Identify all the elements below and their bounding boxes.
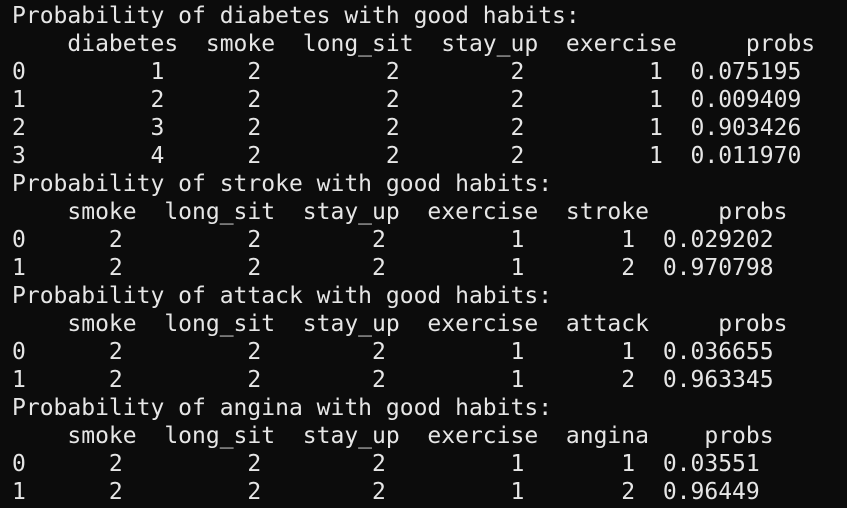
terminal-output[interactable]: Probability of diabetes with good habits… (0, 0, 847, 508)
angina-table-header: smoke long_sit stay_up exercise angina p… (12, 423, 774, 449)
angina-section-title: Probability of angina with good habits: (12, 395, 553, 421)
diabetes-table-row-2: 2 3 2 2 2 1 0.903426 (12, 115, 802, 141)
stroke-table-row-1: 1 2 2 2 1 2 0.970798 (12, 255, 774, 281)
angina-table-row-1: 1 2 2 2 1 2 0.96449 (12, 479, 760, 505)
attack-table-header: smoke long_sit stay_up exercise attack p… (12, 311, 788, 337)
diabetes-table-row-3: 3 4 2 2 2 1 0.011970 (12, 143, 802, 169)
diabetes-section-title: Probability of diabetes with good habits… (12, 3, 580, 29)
diabetes-table-row-0: 0 1 2 2 2 1 0.075195 (12, 59, 802, 85)
diabetes-table-header: diabetes smoke long_sit stay_up exercise… (12, 31, 816, 57)
diabetes-table-row-1: 1 2 2 2 2 1 0.009409 (12, 87, 802, 113)
stroke-table-row-0: 0 2 2 2 1 1 0.029202 (12, 227, 774, 253)
stroke-section-title: Probability of stroke with good habits: (12, 171, 553, 197)
stroke-table-header: smoke long_sit stay_up exercise stroke p… (12, 199, 788, 225)
attack-table-row-1: 1 2 2 2 1 2 0.963345 (12, 367, 774, 393)
attack-table-row-0: 0 2 2 2 1 1 0.036655 (12, 339, 774, 365)
angina-table-row-0: 0 2 2 2 1 1 0.03551 (12, 451, 760, 477)
attack-section-title: Probability of attack with good habits: (12, 283, 553, 309)
